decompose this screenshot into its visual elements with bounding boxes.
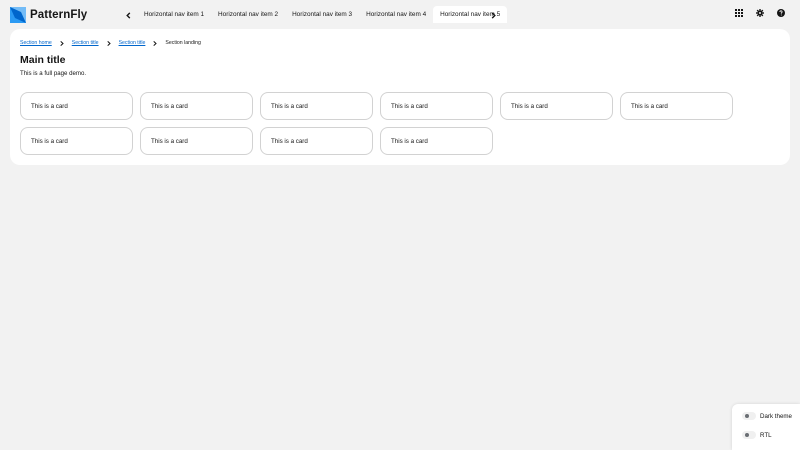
theme-switcher-panel: Dark theme RTL xyxy=(732,404,800,450)
chevron-right-icon xyxy=(151,40,159,46)
card[interactable]: This is a card xyxy=(20,92,133,120)
settings-button[interactable] xyxy=(755,8,765,18)
card[interactable]: This is a card xyxy=(260,92,373,120)
masthead: PatternFly Horizontal nav item 1 Horizon… xyxy=(0,0,800,29)
page-description: This is a full page demo. xyxy=(20,70,87,77)
breadcrumb: Section home Section title Section title… xyxy=(20,40,201,46)
apps-button[interactable] xyxy=(734,8,744,18)
brand-name: PatternFly xyxy=(30,8,88,21)
apps-grid-icon xyxy=(735,9,743,17)
patternfly-logo-icon xyxy=(10,6,26,23)
breadcrumb-section-home-link[interactable]: Section home xyxy=(20,40,52,46)
switch-knob xyxy=(745,433,749,437)
nav-item-3[interactable]: Horizontal nav item 3 xyxy=(285,6,359,23)
help-icon xyxy=(777,9,785,17)
gear-icon xyxy=(756,9,764,17)
nav-item-1[interactable]: Horizontal nav item 1 xyxy=(137,6,211,23)
masthead-tools xyxy=(734,8,786,18)
card[interactable]: This is a card xyxy=(260,127,373,155)
card[interactable]: This is a card xyxy=(140,127,253,155)
breadcrumb-current: Section landing xyxy=(165,40,201,46)
nav-scroll-left-button[interactable] xyxy=(121,8,135,22)
breadcrumb-section-title-link-2[interactable]: Section title xyxy=(119,40,146,46)
switch-knob xyxy=(745,414,749,418)
card-gallery: This is a card This is a card This is a … xyxy=(20,92,740,155)
rtl-label: RTL xyxy=(760,431,772,439)
nav-item-2[interactable]: Horizontal nav item 2 xyxy=(211,6,285,23)
chevron-right-icon xyxy=(58,40,66,46)
dark-theme-toggle-row: Dark theme xyxy=(742,412,792,420)
nav-scroll-right-button[interactable] xyxy=(486,8,500,22)
dark-theme-switch[interactable] xyxy=(742,412,756,420)
breadcrumb-section-title-link[interactable]: Section title xyxy=(72,40,99,46)
card[interactable]: This is a card xyxy=(20,127,133,155)
chevron-left-icon xyxy=(125,11,130,19)
horizontal-nav: Horizontal nav item 1 Horizontal nav ite… xyxy=(137,6,508,23)
brand[interactable]: PatternFly xyxy=(10,6,87,23)
card[interactable]: This is a card xyxy=(620,92,733,120)
card[interactable]: This is a card xyxy=(500,92,613,120)
chevron-right-icon xyxy=(491,11,496,19)
rtl-switch[interactable] xyxy=(742,431,756,439)
help-button[interactable] xyxy=(776,8,786,18)
page-title: Main title xyxy=(20,54,66,66)
card[interactable]: This is a card xyxy=(380,92,493,120)
main-page-section: Section home Section title Section title… xyxy=(10,29,790,165)
card[interactable]: This is a card xyxy=(140,92,253,120)
nav-item-4[interactable]: Horizontal nav item 4 xyxy=(359,6,433,23)
chevron-right-icon xyxy=(105,40,113,46)
rtl-toggle-row: RTL xyxy=(742,431,772,439)
dark-theme-label: Dark theme xyxy=(760,412,792,420)
card[interactable]: This is a card xyxy=(380,127,493,155)
